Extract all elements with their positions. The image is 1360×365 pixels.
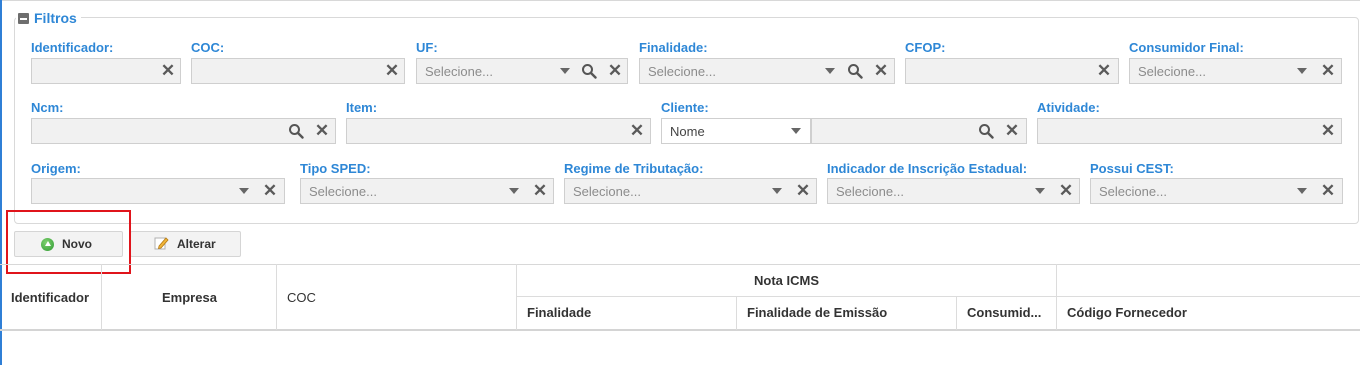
identificador-field[interactable]: ✕ [31,58,181,84]
item-label: Item: [346,100,378,115]
cliente-type-value: Nome [670,124,705,139]
chevron-down-icon[interactable] [1294,63,1310,79]
search-icon[interactable] [847,63,863,79]
cliente-type-select[interactable]: Nome [661,118,811,144]
column-divider[interactable] [101,264,102,330]
column-header-codigo-fornecedor[interactable]: Código Fornecedor [1067,305,1187,320]
column-divider[interactable] [1056,264,1057,330]
indicador-ie-label: Indicador de Inscrição Estadual: [827,161,1028,176]
chevron-down-icon[interactable] [236,183,252,199]
column-divider[interactable] [276,264,277,330]
filters-title: Filtros [34,10,77,26]
clear-icon[interactable]: ✕ [873,62,889,79]
uf-select[interactable]: Selecione... ✕ [416,58,628,84]
coc-label: COC: [191,40,225,55]
page-left-border [0,0,2,365]
clear-icon[interactable]: ✕ [262,182,278,199]
column-header-finalidade[interactable]: Finalidade [527,305,591,320]
clear-icon[interactable]: ✕ [1004,122,1020,139]
clear-icon[interactable]: ✕ [629,122,645,139]
grid-group-divider [516,296,1360,297]
possui-cest-select[interactable]: Selecione... ✕ [1090,178,1343,204]
atividade-label: Atividade: [1037,100,1100,115]
clear-icon[interactable]: ✕ [1320,122,1336,139]
chevron-down-icon[interactable] [557,63,573,79]
consumidor-final-placeholder: Selecione... [1138,64,1206,79]
possui-cest-placeholder: Selecione... [1099,184,1167,199]
search-icon[interactable] [581,63,597,79]
coc-field[interactable]: ✕ [191,58,405,84]
origem-label: Origem: [31,161,81,176]
column-header-consumidor[interactable]: Consumid... [967,305,1041,320]
chevron-down-icon[interactable] [769,183,785,199]
chevron-down-icon[interactable] [1032,183,1048,199]
identificador-label: Identificador: [31,40,114,55]
clear-icon[interactable]: ✕ [607,62,623,79]
cfop-field[interactable]: ✕ [905,58,1119,84]
ncm-label: Ncm: [31,100,64,115]
grid-header-bottom-border [0,329,1360,331]
column-header-identificador[interactable]: Identificador [11,290,89,305]
collapse-icon[interactable] [18,12,29,24]
cliente-label: Cliente: [661,100,709,115]
finalidade-label: Finalidade: [639,40,708,55]
uf-placeholder: Selecione... [425,64,493,79]
consumidor-final-label: Consumidor Final: [1129,40,1244,55]
item-field[interactable]: ✕ [346,118,651,144]
page-top-border [0,0,1360,1]
clear-icon[interactable]: ✕ [795,182,811,199]
origem-select[interactable]: ✕ [31,178,285,204]
consumidor-final-select[interactable]: Selecione... ✕ [1129,58,1342,84]
finalidade-select[interactable]: Selecione... ✕ [639,58,895,84]
regime-tributacao-placeholder: Selecione... [573,184,641,199]
tipo-sped-placeholder: Selecione... [309,184,377,199]
column-divider[interactable] [736,296,737,330]
tipo-sped-label: Tipo SPED: [300,161,371,176]
clear-icon[interactable]: ✕ [1320,62,1336,79]
alterar-button-label: Alterar [177,237,216,251]
clear-icon[interactable]: ✕ [160,62,176,79]
chevron-down-icon[interactable] [1294,183,1310,199]
column-divider[interactable] [516,264,517,330]
edit-icon [153,235,169,254]
regime-tributacao-label: Regime de Tributação: [564,161,704,176]
column-header-coc[interactable]: COC [287,290,316,305]
cliente-field[interactable]: ✕ [811,118,1027,144]
possui-cest-label: Possui CEST: [1090,161,1174,176]
column-group-nota-icms: Nota ICMS [754,273,819,288]
column-header-finalidade-emissao[interactable]: Finalidade de Emissão [747,305,887,320]
finalidade-placeholder: Selecione... [648,64,716,79]
atividade-field[interactable]: ✕ [1037,118,1342,144]
clear-icon[interactable]: ✕ [1096,62,1112,79]
clear-icon[interactable]: ✕ [532,182,548,199]
chevron-down-icon[interactable] [822,63,838,79]
clear-icon[interactable]: ✕ [1320,182,1336,199]
cfop-label: CFOP: [905,40,946,55]
grid-top-border [0,264,1360,265]
chevron-down-icon[interactable] [788,123,804,139]
filters-legend[interactable]: Filtros [16,9,81,27]
regime-tributacao-select[interactable]: Selecione... ✕ [564,178,817,204]
tipo-sped-select[interactable]: Selecione... ✕ [300,178,554,204]
chevron-down-icon[interactable] [506,183,522,199]
search-icon[interactable] [978,123,994,139]
indicador-ie-select[interactable]: Selecione... ✕ [827,178,1080,204]
ncm-field[interactable]: ✕ [31,118,336,144]
column-divider[interactable] [956,296,957,330]
clear-icon[interactable]: ✕ [384,62,400,79]
clear-icon[interactable]: ✕ [314,122,330,139]
search-icon[interactable] [288,123,304,139]
indicador-ie-placeholder: Selecione... [836,184,904,199]
column-header-empresa[interactable]: Empresa [162,290,217,305]
alterar-button[interactable]: Alterar [130,231,241,257]
uf-label: UF: [416,40,438,55]
clear-icon[interactable]: ✕ [1058,182,1074,199]
